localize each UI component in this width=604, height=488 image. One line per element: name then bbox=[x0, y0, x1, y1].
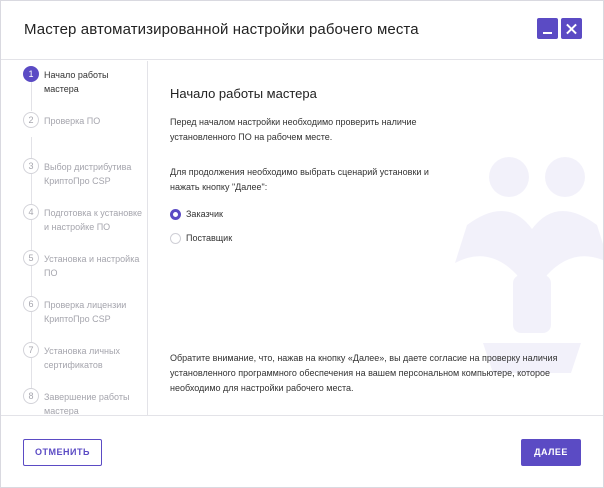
step-label: Начало работы мастера bbox=[44, 70, 109, 94]
page-heading: Начало работы мастера bbox=[170, 86, 317, 101]
step-number: 1 bbox=[23, 66, 39, 82]
step-item-1: 1 Начало работы мастера bbox=[23, 66, 145, 106]
wizard-footer: ОТМЕНИТЬ ДАЛЕЕ bbox=[1, 415, 603, 487]
step-number: 8 bbox=[23, 388, 39, 404]
radio-checked-icon[interactable] bbox=[170, 209, 181, 220]
close-button[interactable] bbox=[561, 18, 582, 39]
radio-unchecked-icon[interactable] bbox=[170, 233, 181, 244]
steps-sidebar: 1 Начало работы мастера 2 Проверка ПО 3 … bbox=[1, 61, 148, 415]
step-content: Начало работы мастера Перед началом наст… bbox=[149, 61, 603, 415]
step-label: Выбор дистрибутива КриптоПро CSP bbox=[44, 162, 132, 186]
wizard-window: Мастер автоматизированной настройки рабо… bbox=[0, 0, 604, 488]
step-label: Проверка лицензии КриптоПро CSP bbox=[44, 300, 127, 324]
step-item-8: 8 Завершение работы мастера bbox=[23, 388, 145, 415]
step-item-4: 4 Подготовка к установке и настройке ПО bbox=[23, 204, 145, 244]
cancel-button[interactable]: ОТМЕНИТЬ bbox=[23, 439, 102, 466]
radio-label: Поставщик bbox=[186, 233, 233, 243]
step-label: Подготовка к установке и настройке ПО bbox=[44, 208, 143, 232]
step-label: Проверка ПО bbox=[44, 116, 101, 126]
radio-supplier[interactable]: Поставщик bbox=[170, 232, 310, 246]
radio-label: Заказчик bbox=[186, 209, 223, 219]
step-number: 7 bbox=[23, 342, 39, 358]
step-number: 2 bbox=[23, 112, 39, 128]
next-button[interactable]: ДАЛЕЕ bbox=[521, 439, 581, 466]
radio-customer[interactable]: Заказчик bbox=[170, 208, 310, 222]
step-label: Установка личных сертификатов bbox=[44, 346, 120, 370]
step-number: 6 bbox=[23, 296, 39, 312]
step-item-7: 7 Установка личных сертификатов bbox=[23, 342, 145, 382]
step-item-3: 3 Выбор дистрибутива КриптоПро CSP bbox=[23, 158, 145, 198]
step-number: 3 bbox=[23, 158, 39, 174]
step-item-6: 6 Проверка лицензии КриптоПро CSP bbox=[23, 296, 145, 336]
intro-text: Перед началом настройки необходимо прове… bbox=[170, 117, 417, 142]
step-label: Установка и настройка ПО bbox=[44, 254, 140, 278]
window-title: Мастер автоматизированной настройки рабо… bbox=[24, 21, 419, 38]
title-bar: Мастер автоматизированной настройки рабо… bbox=[1, 1, 603, 60]
minimize-button[interactable] bbox=[537, 18, 558, 39]
step-item-5: 5 Установка и настройка ПО bbox=[23, 250, 145, 290]
consent-note: Обратите внимание, что, нажав на кнопку … bbox=[170, 353, 558, 393]
step-label: Завершение работы мастера bbox=[44, 392, 130, 415]
step-number: 5 bbox=[23, 250, 39, 266]
step-item-2: 2 Проверка ПО bbox=[23, 112, 145, 152]
prompt-text: Для продолжения необходимо выбрать сцена… bbox=[170, 167, 429, 192]
step-number: 4 bbox=[23, 204, 39, 220]
